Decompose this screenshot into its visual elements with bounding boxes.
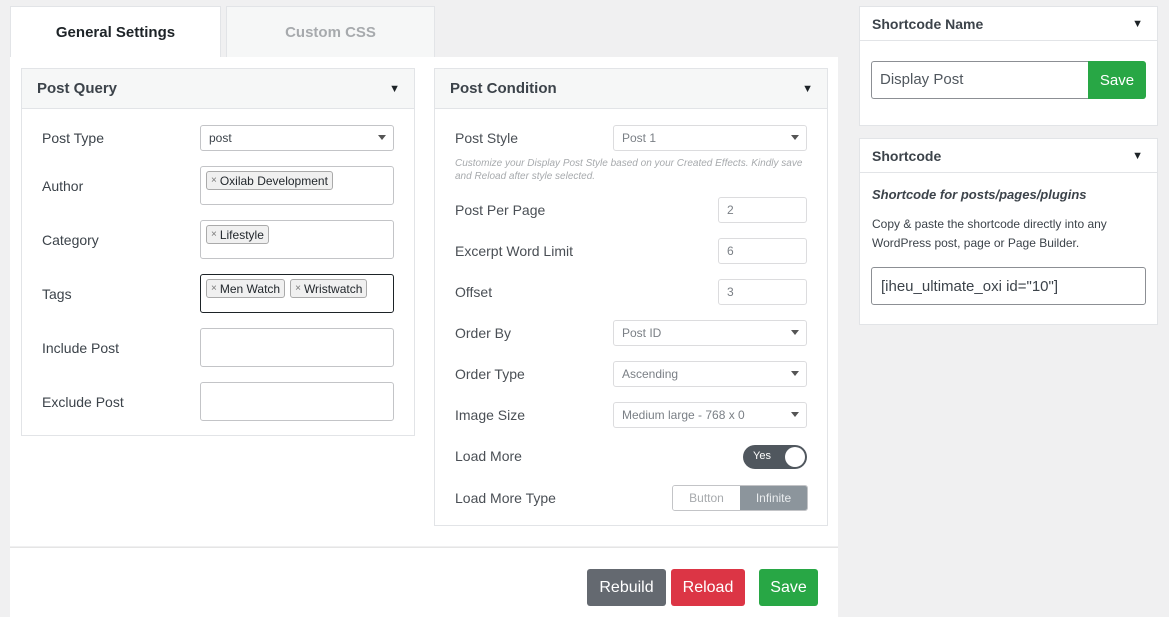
collapse-caret-icon[interactable]: ▼ [1132, 18, 1143, 30]
chevron-down-icon [791, 412, 799, 417]
shortcode-name-input[interactable]: Display Post [871, 61, 1089, 99]
post-per-page-value: 2 [727, 203, 734, 217]
shortcode-header[interactable]: Shortcode ▼ [860, 139, 1157, 173]
author-chip: × Oxilab Development [206, 171, 333, 190]
post-style-value: Post 1 [622, 131, 657, 145]
save-button[interactable]: Save [759, 569, 818, 606]
shortcode-field[interactable]: [iheu_ultimate_oxi id="10"] [871, 267, 1146, 305]
shortcode-description: Copy & paste the shortcode directly into… [872, 217, 1107, 250]
remove-icon[interactable]: × [211, 175, 217, 186]
excerpt-word-limit-input[interactable]: 6 [718, 238, 807, 264]
image-size-label: Image Size [455, 407, 526, 423]
order-type-value: Ascending [622, 367, 679, 381]
post-style-label: Post Style [455, 130, 519, 146]
tag-chip: × Men Watch [206, 279, 286, 298]
shortcode-title: Shortcode [872, 147, 942, 164]
post-style-help: Customize your Display Post Style based … [455, 158, 803, 182]
shortcode-panel: Shortcode ▼ Shortcode for posts/pages/pl… [859, 138, 1158, 325]
shortcode-name-save-button[interactable]: Save [1088, 61, 1146, 99]
rebuild-button[interactable]: Rebuild [587, 569, 666, 606]
settings-panel: General Settings Custom CSS Post Query ▼… [10, 6, 838, 617]
offset-label: Offset [455, 284, 493, 300]
tag-chip-label: Wristwatch [303, 281, 363, 296]
order-type-select[interactable]: Ascending [613, 361, 807, 387]
image-size-select[interactable]: Medium large - 768 x 0 [613, 402, 807, 428]
post-condition-title: Post Condition [450, 80, 557, 97]
post-type-label: Post Type [42, 130, 105, 146]
exclude-post-label: Exclude Post [42, 394, 124, 410]
order-type-label: Order Type [455, 366, 525, 382]
load-more-toggle[interactable]: Yes [743, 445, 807, 469]
category-chip-label: Lifestyle [219, 227, 264, 242]
post-query-header[interactable]: Post Query ▼ [22, 69, 414, 109]
remove-icon[interactable]: × [295, 283, 301, 294]
collapse-caret-icon[interactable]: ▼ [802, 83, 813, 95]
load-more-type-toggle: Button Infinite [672, 485, 808, 511]
remove-icon[interactable]: × [211, 229, 217, 240]
excerpt-word-limit-label: Excerpt Word Limit [455, 243, 573, 259]
collapse-caret-icon[interactable]: ▼ [389, 83, 400, 95]
shortcode-subtitle: Shortcode for posts/pages/plugins [872, 187, 1087, 202]
tags-multiselect[interactable]: × Men Watch × Wristwatch [200, 274, 394, 313]
tag-chip: × Wristwatch [290, 279, 368, 298]
offset-value: 3 [727, 285, 734, 299]
tab-general-settings[interactable]: General Settings [10, 6, 221, 58]
post-per-page-input[interactable]: 2 [718, 197, 807, 223]
chevron-down-icon [378, 135, 386, 140]
tab-custom-css[interactable]: Custom CSS [226, 6, 435, 58]
include-post-input[interactable] [200, 328, 394, 367]
post-condition-card: Post Condition ▼ Post Style Post 1 Custo… [434, 68, 828, 526]
category-label: Category [42, 232, 99, 248]
toggle-knob [785, 447, 805, 467]
order-by-select[interactable]: Post ID [613, 320, 807, 346]
post-query-card: Post Query ▼ Post Type post Author × Oxil… [21, 68, 415, 436]
chevron-down-icon [791, 330, 799, 335]
image-size-value: Medium large - 768 x 0 [622, 408, 745, 422]
chevron-down-icon [791, 135, 799, 140]
tag-chip-label: Men Watch [219, 281, 281, 296]
offset-input[interactable]: 3 [718, 279, 807, 305]
chevron-down-icon [791, 371, 799, 376]
shortcode-name-title: Shortcode Name [872, 15, 984, 32]
collapse-caret-icon[interactable]: ▼ [1132, 150, 1143, 162]
shortcode-name-panel: Shortcode Name ▼ Display Post Save [859, 6, 1158, 126]
order-by-value: Post ID [622, 326, 662, 340]
tags-label: Tags [42, 286, 72, 302]
tab-content: Post Query ▼ Post Type post Author × Oxil… [10, 57, 838, 546]
shortcode-value: [iheu_ultimate_oxi id="10"] [881, 278, 1059, 295]
author-multiselect[interactable]: × Oxilab Development [200, 166, 394, 205]
post-style-select[interactable]: Post 1 [613, 125, 807, 151]
include-post-label: Include Post [42, 340, 120, 356]
author-label: Author [42, 178, 84, 194]
tab-bar: General Settings Custom CSS [10, 6, 838, 58]
excerpt-word-limit-value: 6 [727, 244, 734, 258]
post-query-title: Post Query [37, 80, 118, 97]
shortcode-name-value: Display Post [880, 71, 964, 88]
order-by-label: Order By [455, 325, 512, 341]
load-more-toggle-label: Yes [753, 450, 771, 462]
load-more-type-label: Load More Type [455, 490, 556, 506]
post-per-page-label: Post Per Page [455, 202, 546, 218]
exclude-post-input[interactable] [200, 382, 394, 421]
load-more-label: Load More [455, 448, 522, 464]
reload-button[interactable]: Reload [671, 569, 745, 606]
remove-icon[interactable]: × [211, 283, 217, 294]
post-condition-header[interactable]: Post Condition ▼ [435, 69, 827, 109]
load-more-type-button-option[interactable]: Button [673, 486, 740, 510]
action-footer: Rebuild Reload Save [10, 547, 838, 617]
author-chip-label: Oxilab Development [219, 173, 328, 188]
post-type-select[interactable]: post [200, 125, 394, 151]
post-type-value: post [209, 131, 232, 145]
load-more-type-infinite-option[interactable]: Infinite [740, 486, 807, 510]
shortcode-name-header[interactable]: Shortcode Name ▼ [860, 7, 1157, 41]
category-multiselect[interactable]: × Lifestyle [200, 220, 394, 259]
category-chip: × Lifestyle [206, 225, 269, 244]
